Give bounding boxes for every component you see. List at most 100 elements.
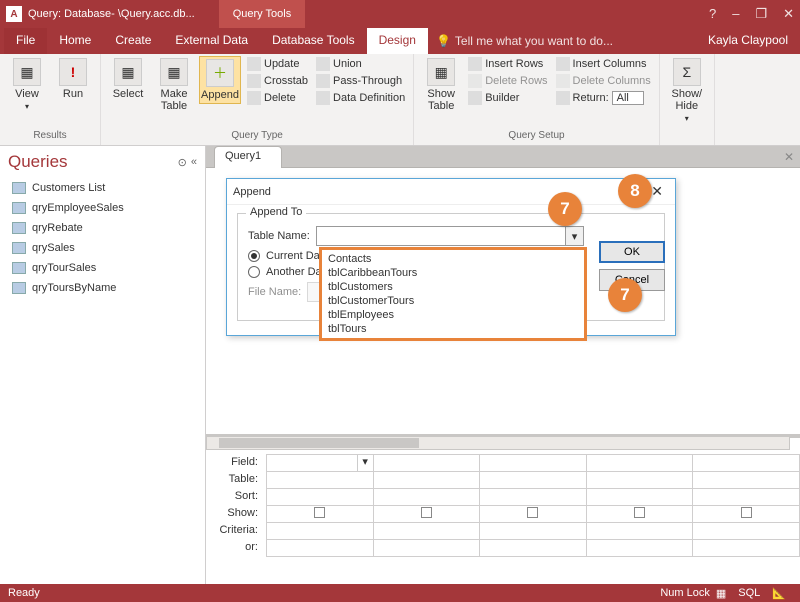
horizontal-scrollbar[interactable]: [206, 436, 790, 450]
update-button[interactable]: Update: [245, 56, 310, 72]
insert-rows-button[interactable]: Insert Rows: [466, 56, 549, 72]
nav-item-label: qryTourSales: [32, 262, 96, 274]
select-button[interactable]: ▦ Select: [107, 56, 149, 102]
delete-columns-button[interactable]: Delete Columns: [554, 73, 653, 89]
help-button[interactable]: ?: [709, 6, 716, 22]
builder-icon: [468, 91, 482, 105]
view-label: View: [15, 88, 39, 100]
tab-external-data[interactable]: External Data: [163, 28, 260, 54]
design-grid-table[interactable]: ▾: [266, 454, 800, 557]
current-database-radio[interactable]: [248, 250, 260, 262]
tab-database-tools[interactable]: Database Tools: [260, 28, 367, 54]
grid-row-table: Table:: [206, 473, 262, 485]
nav-item-qryemployeesales[interactable]: qryEmployeeSales: [0, 198, 205, 218]
make-table-button[interactable]: ▦Make Table: [153, 56, 195, 114]
nav-item-qrysales[interactable]: qrySales: [0, 238, 205, 258]
nav-collapse-icon[interactable]: «: [191, 156, 197, 169]
query-icon: [12, 242, 26, 254]
insert-columns-button[interactable]: Insert Columns: [554, 56, 653, 72]
delete-icon: [247, 91, 261, 105]
crosstab-button[interactable]: Crosstab: [245, 73, 310, 89]
titlebar: A Query: Database- \Query.acc.db... Quer…: [0, 0, 800, 28]
append-button[interactable]: ＋Append: [199, 56, 241, 104]
nav-item-label: qryRebate: [32, 222, 83, 234]
builder-button[interactable]: Builder: [466, 90, 549, 106]
combo-dropdown-button[interactable]: ▾: [565, 227, 583, 245]
return-icon: [556, 91, 570, 105]
maximize-button[interactable]: ❐: [755, 6, 767, 22]
nav-item-qrytoursales[interactable]: qryTourSales: [0, 258, 205, 278]
passthrough-button[interactable]: Pass-Through: [314, 73, 407, 89]
dropdown-option[interactable]: tblCustomerTours: [324, 294, 582, 308]
query-icon: [12, 202, 26, 214]
delete-label: Delete: [264, 92, 296, 104]
close-button[interactable]: ✕: [783, 6, 794, 22]
tab-design[interactable]: Design: [367, 28, 428, 54]
tell-me[interactable]: 💡 Tell me what you want to do...: [436, 28, 613, 54]
design-top-pane[interactable]: Append ? ✕ Append To Table Name: ▾: [206, 168, 800, 438]
grid-row-field: Field:: [206, 456, 262, 468]
union-icon: [316, 57, 330, 71]
return-control[interactable]: Return: All: [554, 90, 653, 106]
another-database-radio[interactable]: [248, 266, 260, 278]
show-checkbox[interactable]: [527, 507, 538, 518]
show-checkbox[interactable]: [741, 507, 752, 518]
group-results: Results: [6, 130, 94, 143]
view-button[interactable]: ▦View▾: [6, 56, 48, 113]
dropdown-option[interactable]: tblCaribbeanTours: [324, 266, 582, 280]
builder-label: Builder: [485, 92, 519, 104]
context-tab-query-tools[interactable]: Query Tools: [219, 0, 306, 28]
nav-dropdown-icon[interactable]: ⊙: [178, 156, 187, 169]
view-datasheet-icon[interactable]: ▦: [710, 585, 732, 602]
append-to-group-label: Append To: [246, 206, 306, 218]
data-definition-button[interactable]: Data Definition: [314, 90, 407, 106]
nav-item-qryrebate[interactable]: qryRebate: [0, 218, 205, 238]
work-area: Query1 ✕ Append ? ✕ Append To Table Na: [206, 146, 800, 584]
design-grid[interactable]: Field: Table: Sort: Show: Criteria: or: …: [206, 454, 800, 584]
object-tab-query1[interactable]: Query1: [214, 146, 282, 168]
insert-rows-icon: [468, 57, 482, 71]
show-hide-button[interactable]: ΣShow/ Hide▾: [666, 56, 708, 125]
user-name[interactable]: Kayla Claypool: [696, 28, 800, 54]
nav-header[interactable]: Queries: [8, 152, 68, 172]
table-name-combo[interactable]: ▾: [316, 226, 584, 246]
return-label: Return:: [573, 92, 609, 104]
tab-file[interactable]: File: [4, 28, 47, 54]
table-name-dropdown[interactable]: Contacts tblCaribbeanTours tblCustomers …: [319, 247, 587, 341]
delete-button[interactable]: Delete: [245, 90, 310, 106]
nav-item-qrytoursbyname[interactable]: qryToursByName: [0, 278, 205, 298]
object-close-button[interactable]: ✕: [784, 150, 794, 164]
query-icon: [12, 182, 26, 194]
minimize-button[interactable]: –: [732, 6, 739, 22]
nav-item-customers-list[interactable]: Customers List: [0, 178, 205, 198]
field-dropdown-icon[interactable]: ▾: [357, 455, 373, 471]
group-query-setup: Query Setup: [420, 130, 653, 143]
run-icon: !: [59, 58, 87, 86]
dropdown-option[interactable]: tblCustomers: [324, 280, 582, 294]
delete-rows-button[interactable]: Delete Rows: [466, 73, 549, 89]
view-sql-button[interactable]: SQL: [732, 585, 766, 601]
navigation-pane: Queries ⊙ « Customers List qryEmployeeSal…: [0, 146, 206, 584]
ok-button[interactable]: OK: [599, 241, 665, 263]
scrollbar-thumb[interactable]: [219, 438, 419, 448]
union-button[interactable]: Union: [314, 56, 407, 72]
tab-create[interactable]: Create: [103, 28, 163, 54]
show-checkbox[interactable]: [634, 507, 645, 518]
show-checkbox[interactable]: [421, 507, 432, 518]
query-design-surface: Append ? ✕ Append To Table Name: ▾: [206, 167, 800, 584]
show-hide-label: Show/ Hide: [672, 88, 703, 112]
append-dialog: Append ? ✕ Append To Table Name: ▾: [226, 178, 676, 336]
show-table-button[interactable]: ▦Show Table: [420, 56, 462, 114]
dropdown-option[interactable]: tblEmployees: [324, 308, 582, 322]
select-icon: ▦: [114, 58, 142, 86]
tab-home[interactable]: Home: [47, 28, 103, 54]
ribbon-tabs: File Home Create External Data Database …: [0, 28, 800, 54]
return-combo[interactable]: All: [612, 91, 644, 105]
view-design-icon[interactable]: 📐: [766, 585, 792, 602]
dropdown-option[interactable]: tblTours: [324, 322, 582, 336]
make-table-label: Make Table: [161, 88, 188, 112]
run-button[interactable]: !Run: [52, 56, 94, 102]
show-checkbox[interactable]: [314, 507, 325, 518]
dropdown-option[interactable]: Contacts: [324, 252, 582, 266]
select-label: Select: [113, 88, 144, 100]
